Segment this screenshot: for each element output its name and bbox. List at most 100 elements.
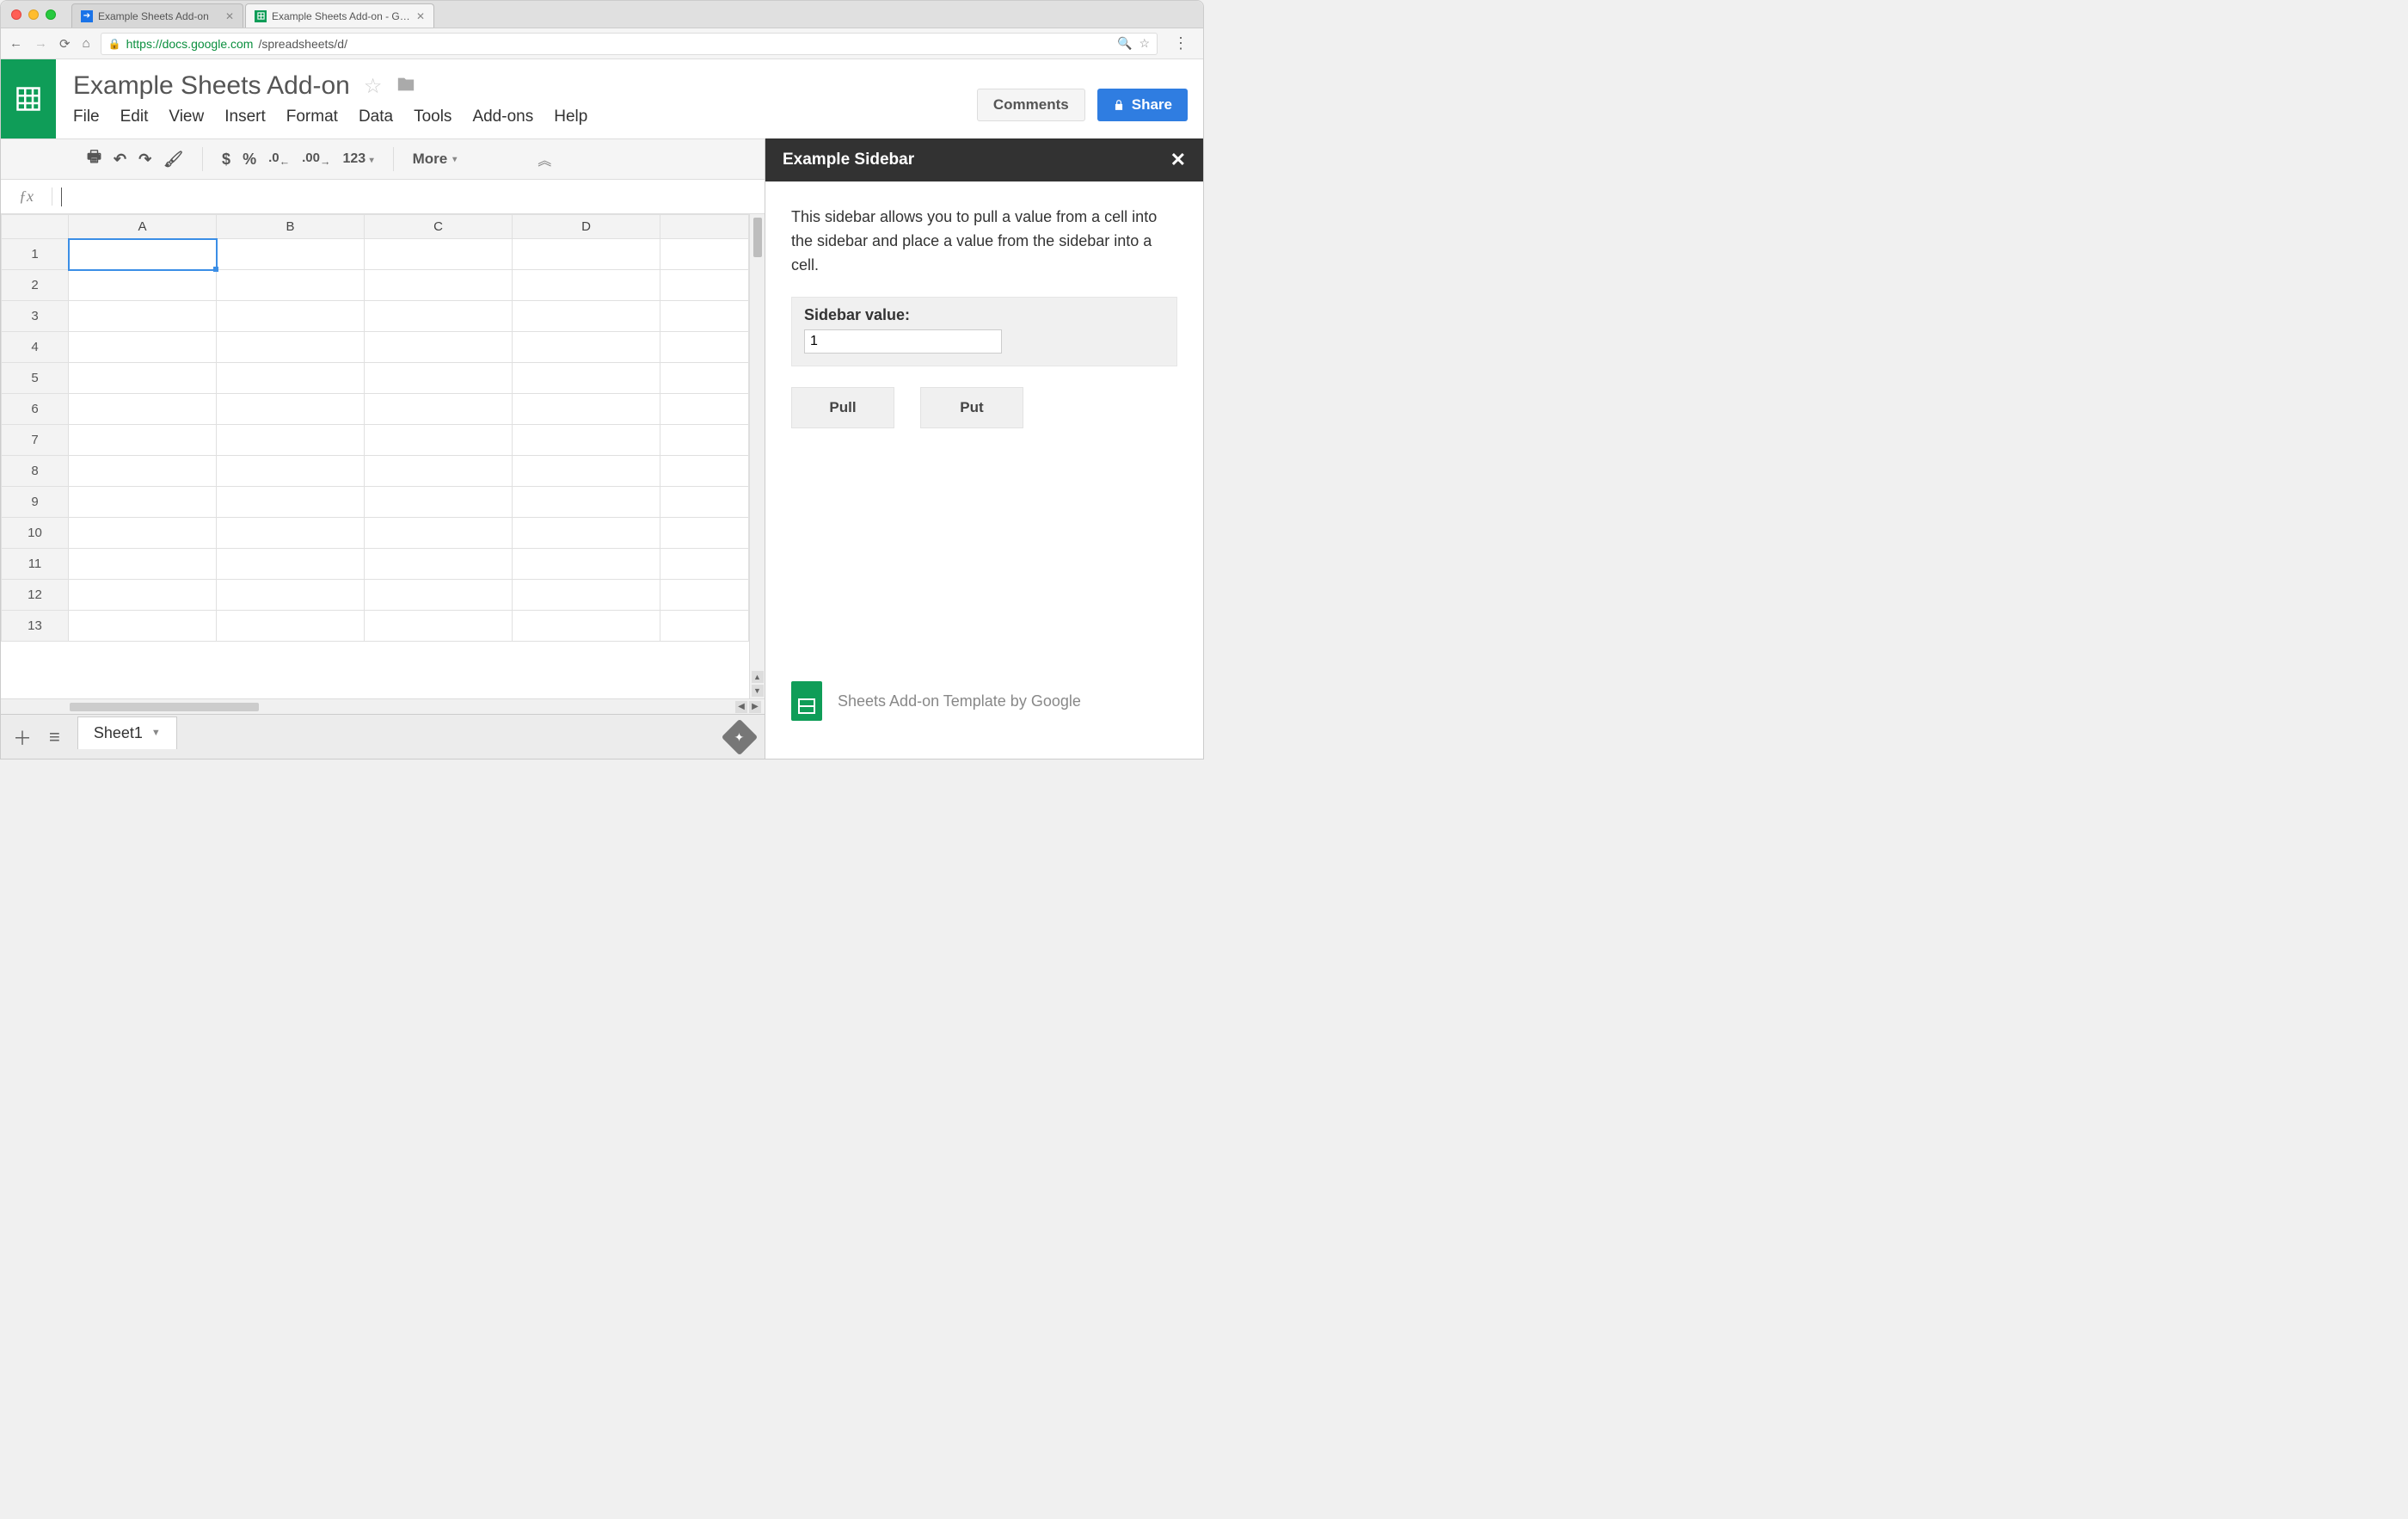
menu-view[interactable]: View [169,108,204,126]
cell[interactable] [513,270,660,301]
cell[interactable] [513,611,660,642]
redo-icon[interactable]: ↷ [138,151,151,169]
vertical-scrollbar[interactable]: ▲ ▼ [749,214,765,698]
close-icon[interactable]: ✕ [1170,149,1186,171]
cell[interactable] [217,270,365,301]
cell[interactable] [69,394,217,425]
cell[interactable] [69,456,217,487]
cell[interactable] [365,518,513,549]
sheet-tab[interactable]: Sheet1 ▼ [77,716,177,749]
menu-help[interactable]: Help [554,108,587,126]
browser-tab[interactable]: Example Sheets Add-on - Goo… ✕ [245,3,434,28]
sheets-logo[interactable] [1,59,56,138]
cell[interactable] [365,456,513,487]
back-button[interactable]: ← [9,36,22,51]
cell[interactable] [660,239,749,270]
cell[interactable] [217,239,365,270]
cell[interactable] [69,425,217,456]
collapse-toolbar-icon[interactable]: ︽ [538,149,551,169]
star-icon[interactable]: ☆ [364,74,383,99]
scroll-up-icon[interactable]: ▲ [752,671,764,683]
cell[interactable] [69,332,217,363]
cell[interactable] [513,487,660,518]
add-sheet-button[interactable]: ＋ [13,723,32,751]
cell[interactable] [660,549,749,580]
column-header[interactable]: B [217,215,365,239]
zoom-icon[interactable]: 🔍 [1117,36,1132,51]
cell[interactable] [365,363,513,394]
window-zoom-button[interactable] [46,9,56,20]
menu-data[interactable]: Data [359,108,393,126]
column-header[interactable]: C [365,215,513,239]
explore-button[interactable]: ✦ [722,718,758,754]
scrollbar-thumb[interactable] [70,703,259,711]
cell[interactable] [69,518,217,549]
all-sheets-button[interactable]: ≡ [49,726,60,748]
menu-tools[interactable]: Tools [414,108,452,126]
row-header[interactable]: 12 [2,580,69,611]
cell[interactable] [365,487,513,518]
undo-icon[interactable]: ↶ [114,151,126,169]
scroll-right-icon[interactable]: ▶ [749,701,761,713]
cell[interactable] [69,611,217,642]
scroll-left-icon[interactable]: ◀ [735,701,747,713]
scrollbar-thumb[interactable] [753,218,762,257]
row-header[interactable]: 8 [2,456,69,487]
column-header[interactable]: A [69,215,217,239]
cell[interactable] [217,549,365,580]
cell[interactable] [513,394,660,425]
column-header[interactable] [660,215,749,239]
cell[interactable] [513,239,660,270]
cell[interactable] [513,425,660,456]
home-button[interactable]: ⌂ [83,36,90,51]
menu-insert[interactable]: Insert [224,108,266,126]
cell[interactable] [217,611,365,642]
pull-button[interactable]: Pull [791,387,894,428]
forward-button[interactable]: → [34,36,47,51]
row-header[interactable]: 3 [2,301,69,332]
cell[interactable] [365,332,513,363]
cell[interactable] [513,363,660,394]
cell[interactable] [69,580,217,611]
cell[interactable] [217,301,365,332]
number-format-menu[interactable]: 123 ▾ [342,151,373,167]
move-folder-icon[interactable] [396,75,416,98]
cell[interactable] [365,394,513,425]
cell[interactable] [217,456,365,487]
format-currency[interactable]: $ [222,151,230,169]
browser-menu-button[interactable]: ⋮ [1168,34,1195,52]
reload-button[interactable]: ⟳ [59,36,71,52]
menu-file[interactable]: File [73,108,100,126]
browser-tab[interactable]: ➔ Example Sheets Add-on ✕ [71,3,243,28]
row-header[interactable]: 13 [2,611,69,642]
cell[interactable] [513,456,660,487]
increase-decimal[interactable]: .00→ [302,151,330,168]
row-header[interactable]: 11 [2,549,69,580]
cell[interactable] [365,270,513,301]
cell[interactable] [513,580,660,611]
cell[interactable] [69,239,217,270]
cell[interactable] [69,487,217,518]
sheet-tab-menu-icon[interactable]: ▼ [151,728,161,738]
row-header[interactable]: 2 [2,270,69,301]
menu-addons[interactable]: Add-ons [472,108,533,126]
cell[interactable] [660,270,749,301]
cell[interactable] [217,363,365,394]
cell[interactable] [660,425,749,456]
cell[interactable] [513,332,660,363]
cell[interactable] [365,301,513,332]
row-header[interactable]: 10 [2,518,69,549]
document-title[interactable]: Example Sheets Add-on [73,71,350,101]
horizontal-scrollbar[interactable]: ◀ ▶ [1,698,765,714]
cell[interactable] [365,580,513,611]
cell[interactable] [660,580,749,611]
scroll-down-icon[interactable]: ▼ [752,685,764,697]
cell[interactable] [513,549,660,580]
cell[interactable] [660,394,749,425]
formula-input[interactable] [52,180,765,213]
cell[interactable] [365,425,513,456]
paint-format-icon[interactable]: 🖌 [163,151,183,169]
cell[interactable] [365,239,513,270]
cell[interactable] [660,456,749,487]
cell[interactable] [660,301,749,332]
